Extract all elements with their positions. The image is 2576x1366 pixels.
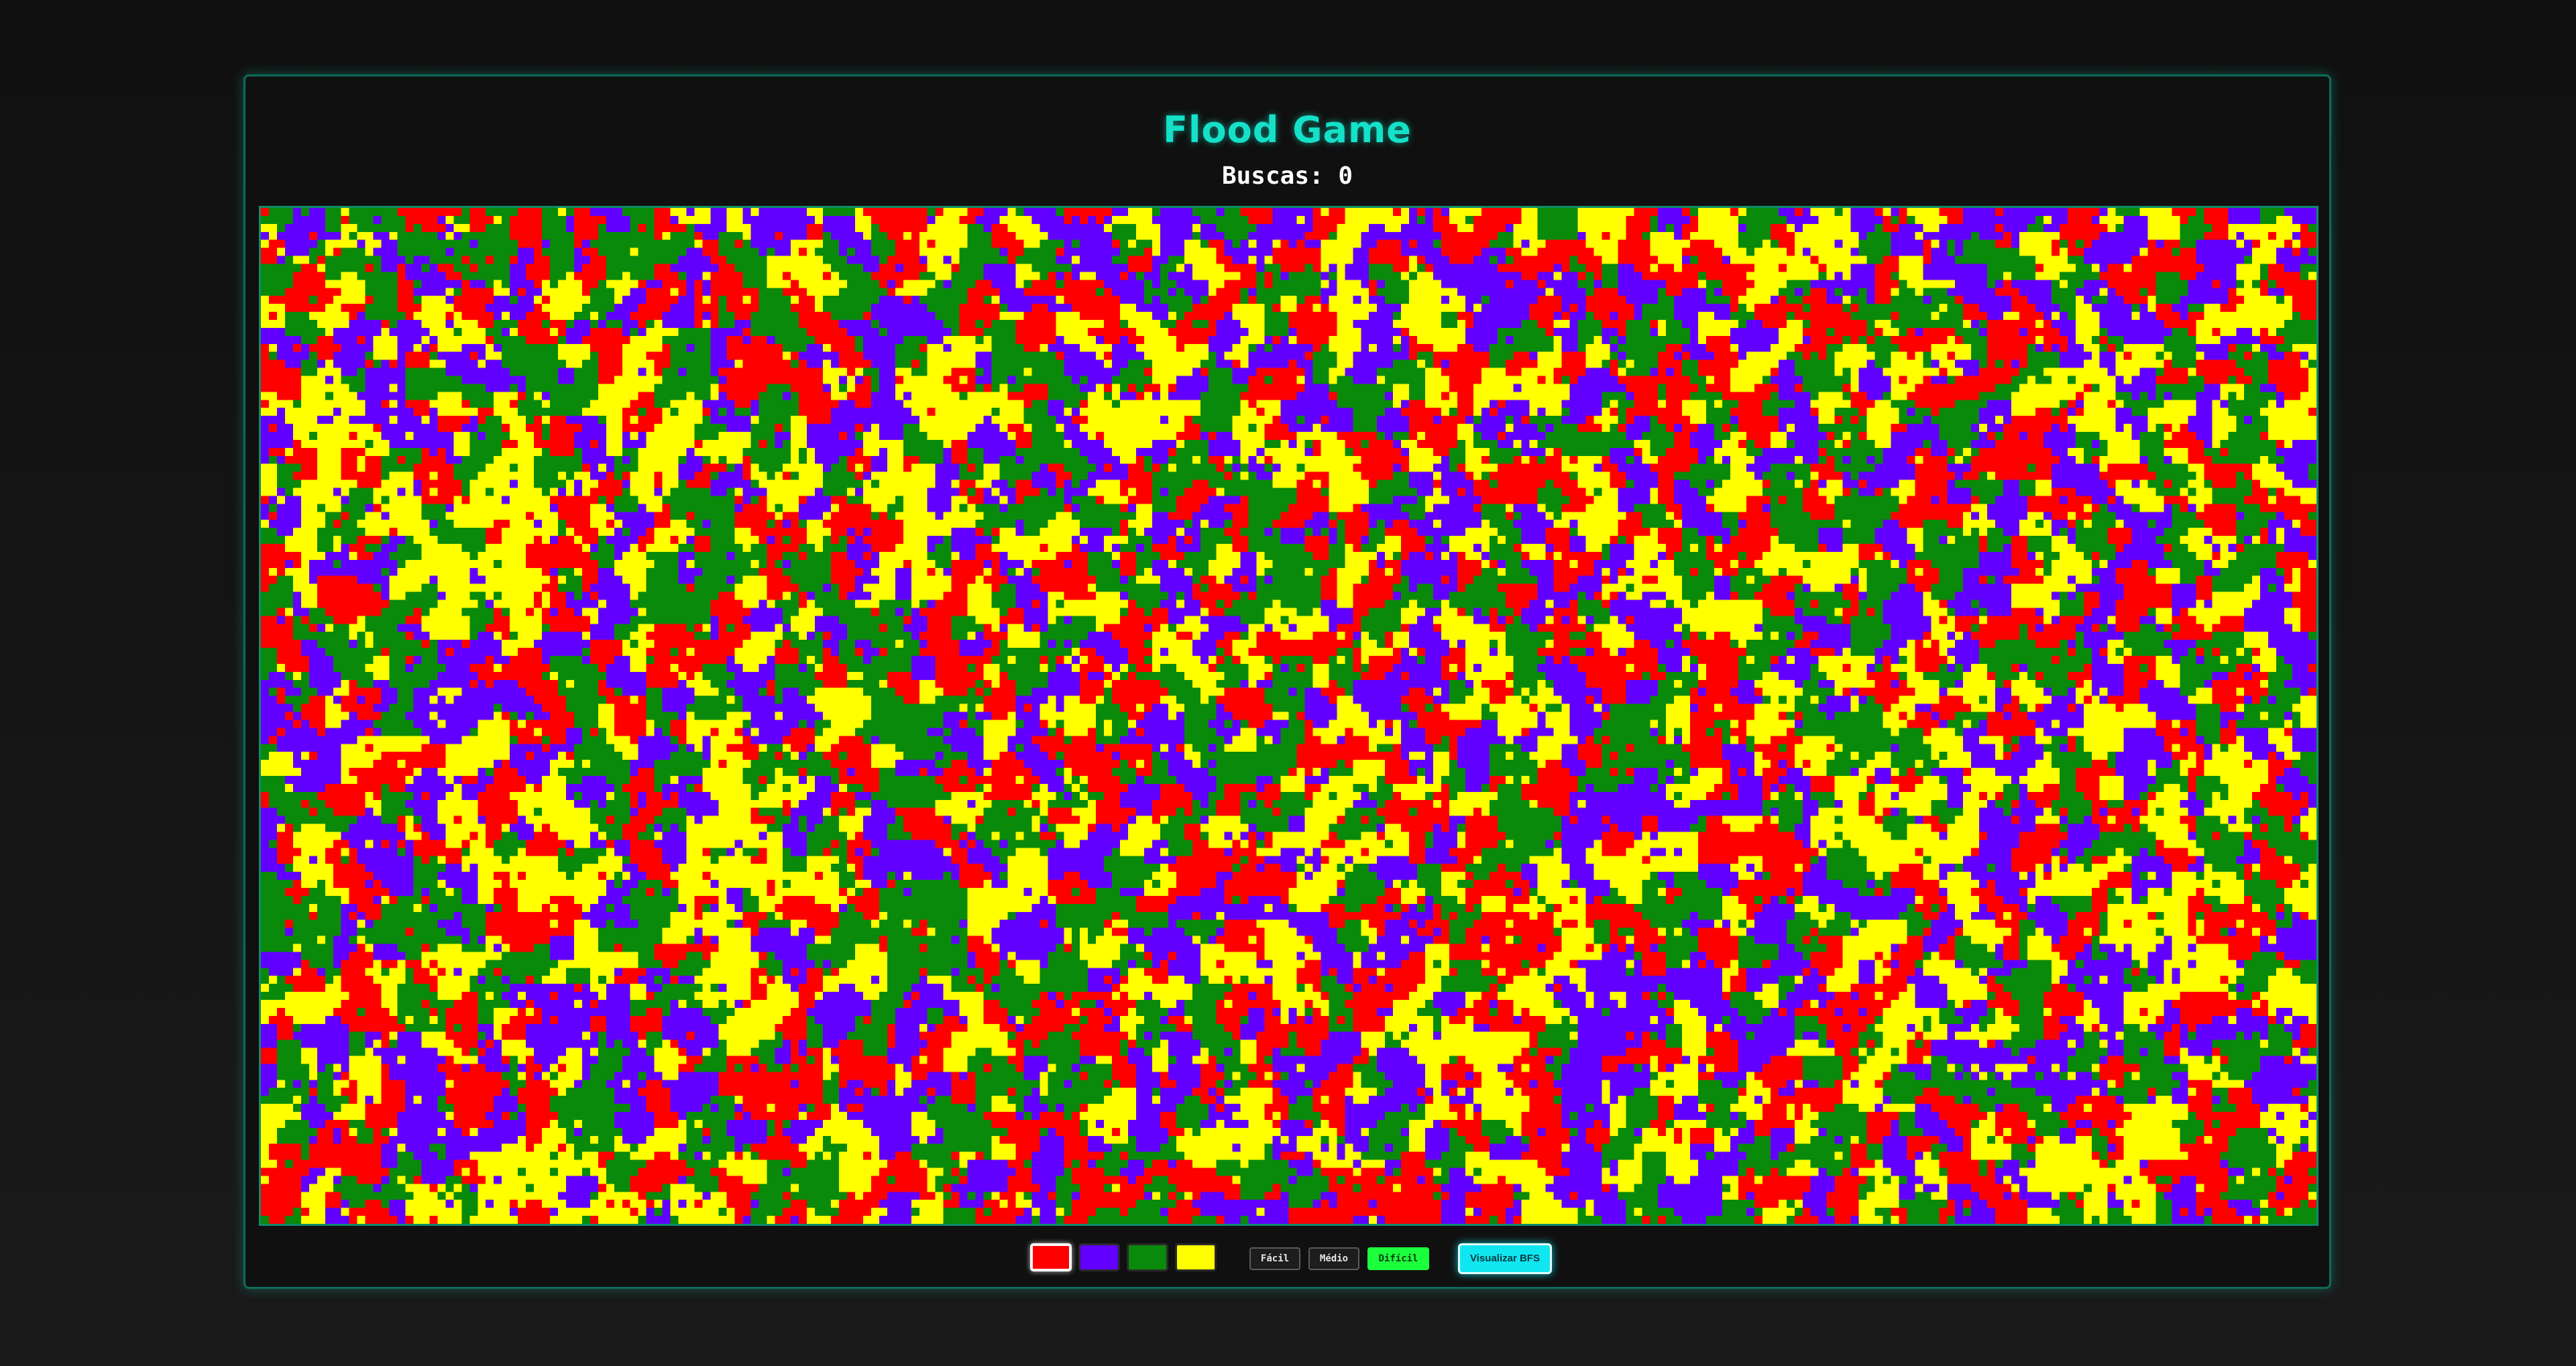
color-swatch-yellow[interactable] <box>1175 1243 1217 1271</box>
game-title: Flood Game <box>1163 109 1412 151</box>
game-board[interactable] <box>259 206 2318 1226</box>
visualize-bfs-button[interactable]: Visualizar BFS <box>1458 1243 1552 1274</box>
difficulty-medium-button[interactable]: Médio <box>1308 1247 1359 1270</box>
color-swatch-green[interactable] <box>1127 1243 1168 1271</box>
color-swatch-red[interactable] <box>1030 1243 1072 1271</box>
board-canvas[interactable] <box>261 208 2316 1224</box>
difficulty-hard-button[interactable]: Difícil <box>1367 1247 1429 1270</box>
game-panel: Flood Game Buscas: 0 Fácil Médio Difícil… <box>243 74 2331 1289</box>
controls-bar: Fácil Médio Difícil Visualizar BFS <box>245 1243 2329 1277</box>
difficulty-easy-button[interactable]: Fácil <box>1249 1247 1300 1270</box>
color-swatch-purple[interactable] <box>1078 1243 1120 1271</box>
search-counter: Buscas: 0 <box>1221 162 1353 190</box>
